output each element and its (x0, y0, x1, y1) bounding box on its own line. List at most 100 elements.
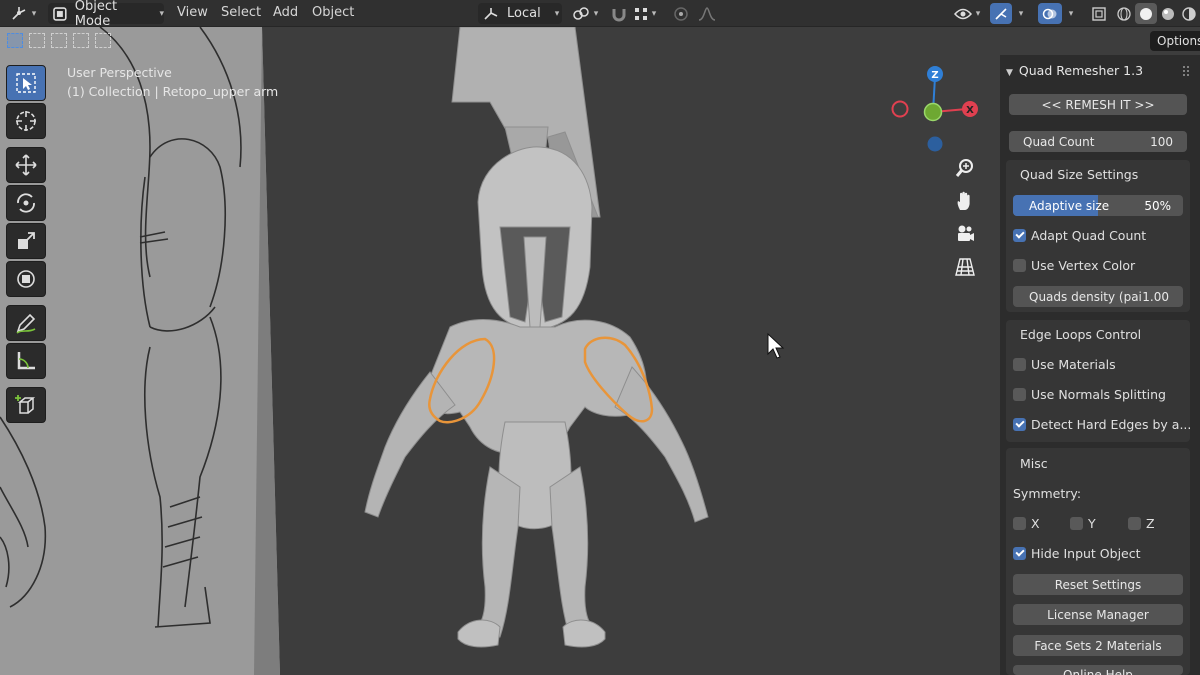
adaptive-size-label: Adaptive size (1029, 198, 1110, 213)
shading-wireframe-button[interactable] (1114, 3, 1134, 24)
use-vertex-color-label: Use Vertex Color (1031, 258, 1136, 273)
options-tab[interactable]: Options (1150, 31, 1200, 51)
checkbox-unchecked-icon (1013, 517, 1026, 530)
pan-button[interactable] (950, 186, 980, 216)
shading-rendered-button[interactable] (1179, 3, 1199, 24)
face-sets-materials-button[interactable]: Face Sets 2 Materials (1013, 635, 1183, 656)
pencil-icon (16, 313, 36, 334)
proportional-edit-toggle[interactable] (670, 3, 692, 24)
rotate-tool[interactable] (6, 185, 46, 221)
drag-grip-icon[interactable] (1182, 65, 1190, 77)
overlay-icon (1042, 8, 1057, 19)
quad-size-title: Quad Size Settings (1020, 167, 1139, 182)
menu-view[interactable]: View (177, 5, 208, 20)
transform-orientation-icon (484, 7, 498, 20)
transform-tool[interactable] (6, 261, 46, 297)
menu-select[interactable]: Select (221, 5, 261, 20)
misc-title: Misc (1020, 456, 1048, 471)
quad-count-value: 100 (1150, 134, 1173, 149)
select-subtract-icon[interactable] (51, 33, 67, 48)
mode-select[interactable]: Object Mode ▾ (48, 0, 164, 29)
camera-icon (958, 225, 974, 241)
solid-sphere-icon (1140, 7, 1152, 20)
overlay-toggle[interactable] (1038, 3, 1062, 24)
snap-toggle[interactable] (608, 3, 630, 24)
measure-tool[interactable] (6, 343, 46, 379)
select-new-icon[interactable] (7, 33, 23, 48)
eye-icon (953, 8, 972, 19)
zoom-button[interactable] (950, 153, 980, 183)
symmetry-y-label: Y (1088, 516, 1096, 531)
rendered-sphere-icon (1182, 6, 1196, 21)
quads-density-field[interactable]: Quads density (pai 1.00 (1013, 286, 1183, 307)
axis-z-label: Z (931, 70, 938, 81)
pivot-point-button[interactable]: ▾ (568, 3, 602, 24)
menu-object[interactable]: Object (312, 5, 354, 20)
transform-icon (17, 270, 35, 288)
chevron-down-icon: ▾ (554, 8, 560, 19)
remesh-button[interactable]: << REMESH IT >> (1009, 94, 1187, 115)
tool-shelf (6, 65, 48, 425)
adaptive-size-value: 50% (1144, 198, 1171, 213)
axis-y-handle[interactable] (923, 102, 943, 122)
cursor-tool[interactable] (6, 103, 46, 139)
symmetry-z-checkbox[interactable]: Z (1128, 516, 1155, 531)
3d-viewport[interactable]: User Perspective (1) Collection | Retopo… (0, 27, 1000, 675)
reset-settings-button[interactable]: Reset Settings (1013, 574, 1183, 595)
license-manager-button[interactable]: License Manager (1013, 604, 1183, 625)
navigation-gizmo[interactable]: Z X (885, 59, 995, 169)
chevron-down-icon[interactable]: ▾ (1014, 3, 1028, 24)
wireframe-sphere-icon (1117, 6, 1131, 21)
menu-add[interactable]: Add (273, 5, 298, 20)
axis-neg-x-handle[interactable] (891, 100, 909, 118)
character-mesh[interactable] (364, 27, 709, 648)
adaptive-size-slider[interactable]: Adaptive size 50% (1013, 195, 1183, 216)
axis-neg-z-handle[interactable] (927, 136, 943, 152)
edge-loops-title: Edge Loops Control (1020, 327, 1142, 342)
annotate-tool[interactable] (6, 305, 46, 341)
chevron-down-icon[interactable]: ▾ (1064, 3, 1078, 24)
use-materials-label: Use Materials (1031, 357, 1116, 372)
move-arrows-icon (15, 154, 37, 176)
select-extend-icon[interactable] (29, 33, 45, 48)
shading-material-button[interactable] (1158, 3, 1178, 24)
shading-solid-button[interactable] (1135, 3, 1157, 24)
perspective-toggle-button[interactable] (950, 252, 980, 282)
snap-target-button[interactable]: ▾ (630, 3, 660, 24)
move-tool[interactable] (6, 147, 46, 183)
editor-type-button[interactable]: ▾ (6, 3, 40, 24)
addon-panel-header[interactable]: ▼ Quad Remesher 1.3 (1006, 63, 1143, 78)
symmetry-y-checkbox[interactable]: Y (1070, 516, 1096, 531)
online-help-button[interactable]: Online Help (1013, 665, 1183, 675)
use-materials-checkbox[interactable]: Use Materials (1013, 357, 1116, 372)
scale-icon (18, 232, 35, 249)
camera-view-button[interactable] (950, 219, 980, 249)
visibility-button[interactable]: ▾ (950, 3, 984, 24)
quad-count-field[interactable]: Quad Count 100 (1009, 131, 1187, 152)
select-box-tool[interactable] (6, 65, 46, 101)
add-cube-icon (15, 395, 36, 414)
chevron-down-icon: ▾ (593, 8, 599, 19)
gizmo-toggle[interactable] (990, 3, 1012, 24)
collapse-triangle-icon: ▼ (1006, 68, 1013, 78)
gizmo-icon (995, 7, 1007, 20)
hide-input-object-checkbox[interactable]: Hide Input Object (1013, 546, 1141, 561)
symmetry-x-checkbox[interactable]: X (1013, 516, 1040, 531)
orientation-select[interactable]: Local ▾ (478, 3, 562, 24)
hide-input-object-label: Hide Input Object (1031, 546, 1141, 561)
use-normals-splitting-checkbox[interactable]: Use Normals Splitting (1013, 387, 1166, 402)
select-invert-icon[interactable] (73, 33, 89, 48)
detect-hard-edges-label: Detect Hard Edges by a... (1031, 417, 1192, 432)
proportional-edit-icon (674, 6, 688, 21)
scale-tool[interactable] (6, 223, 46, 259)
detect-hard-edges-checkbox[interactable]: Detect Hard Edges by a... (1013, 417, 1191, 432)
select-intersect-icon[interactable] (95, 33, 111, 48)
adapt-quad-count-checkbox[interactable]: Adapt Quad Count (1013, 228, 1146, 243)
xray-toggle[interactable] (1088, 3, 1110, 24)
add-cube-tool[interactable] (6, 387, 46, 423)
mode-label: Object Mode (74, 0, 118, 29)
use-vertex-color-checkbox[interactable]: Use Vertex Color (1013, 258, 1135, 273)
chevron-down-icon: ▾ (159, 8, 164, 19)
checkbox-unchecked-icon (1013, 358, 1026, 371)
falloff-button[interactable] (694, 3, 720, 24)
